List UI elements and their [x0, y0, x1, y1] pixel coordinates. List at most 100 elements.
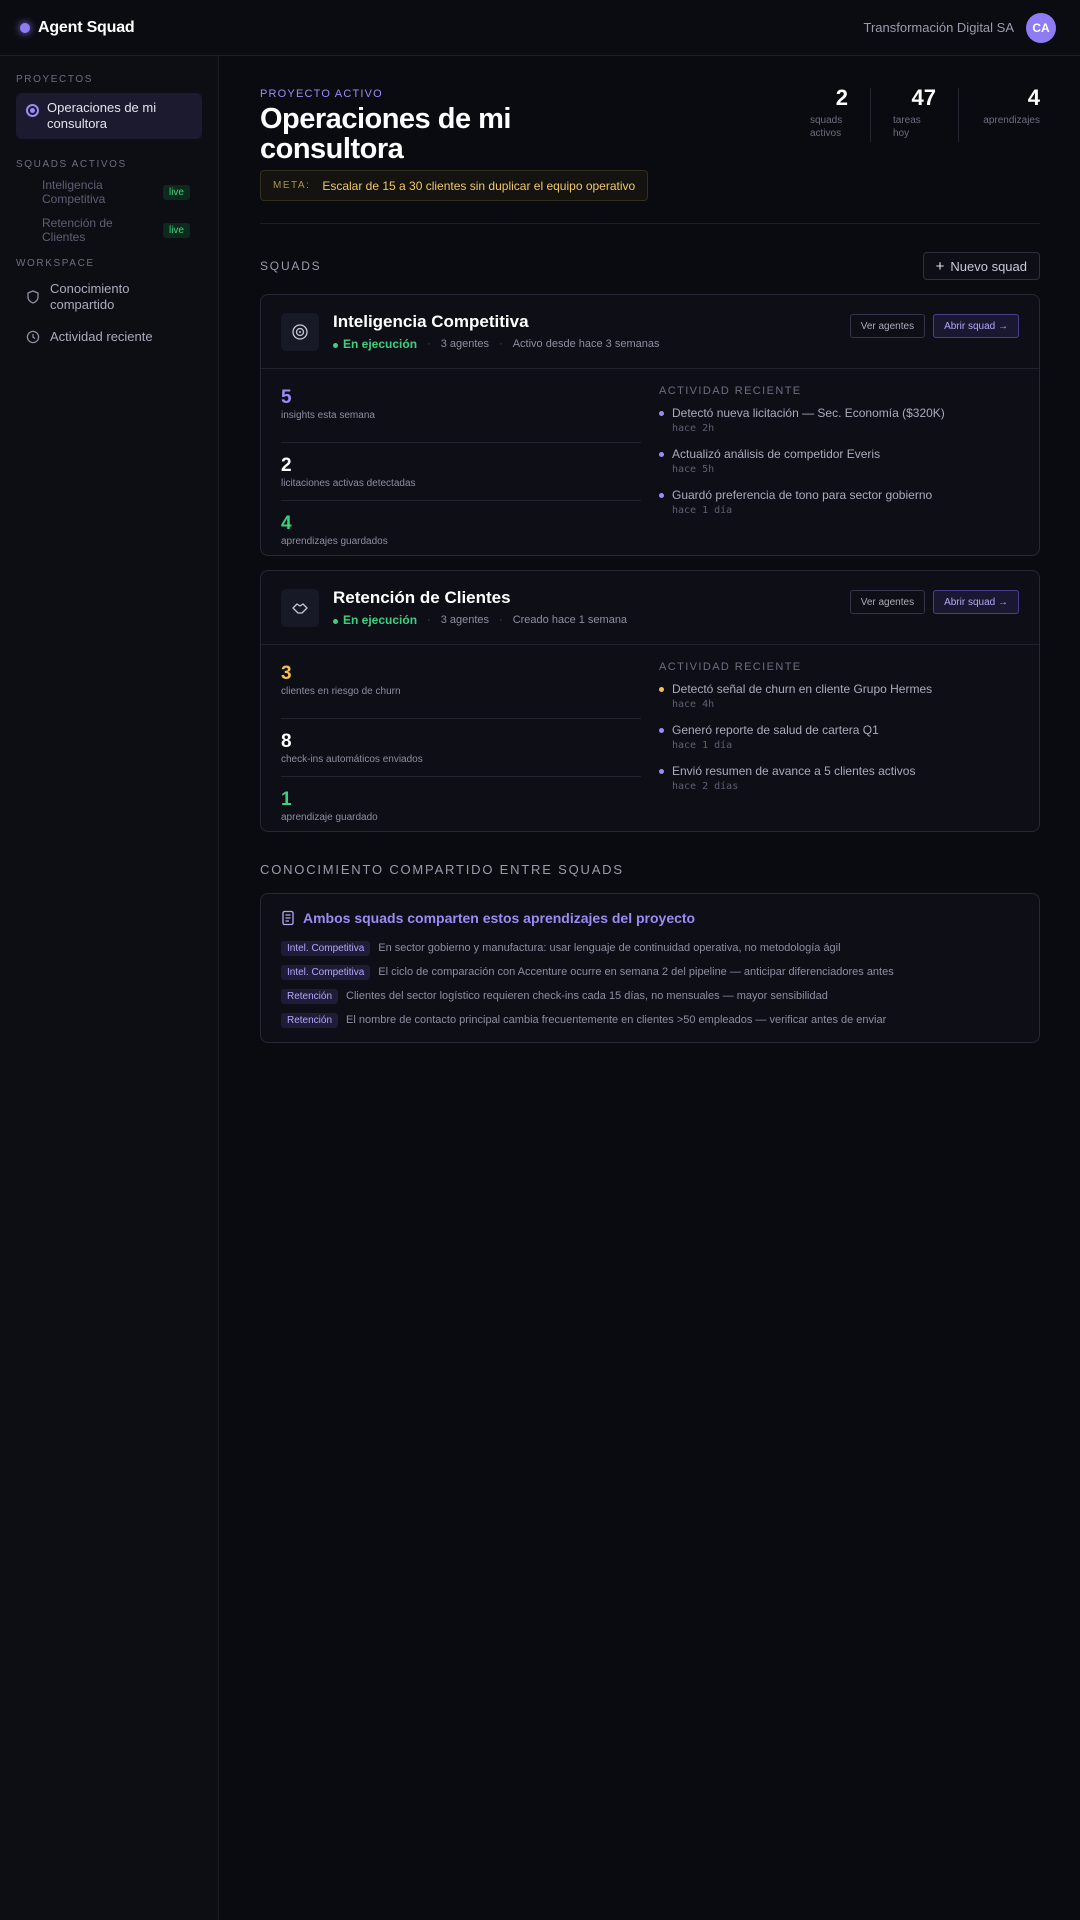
sidebar-squads-list: Inteligencia Competitiva live Retención … [16, 178, 202, 244]
activity-title: ACTIVIDAD RECIENTE [659, 385, 802, 397]
learning-text: El nombre de contacto principal cambia f… [346, 1014, 887, 1026]
squad-meta: En ejecución · 3 agentes · Creado hace 1… [333, 613, 627, 627]
separator: · [499, 338, 503, 350]
view-agents-button[interactable]: Ver agentes [849, 314, 926, 338]
metric-item: 2 licitaciones activas detectadas [281, 443, 641, 501]
project-header: PROYECTO ACTIVO Operaciones de mi consul… [260, 56, 1040, 224]
sidebar-item-label: Inteligencia Competitiva [42, 178, 106, 206]
activity-dot-icon [659, 451, 664, 457]
status-dot-icon [333, 342, 338, 348]
plus-icon: + [935, 257, 945, 275]
squad-card-body: 5 insights esta semana 2 licitaciones ac… [261, 369, 1039, 555]
squad-actions: Ver agentes Abrir squad → [849, 590, 1019, 614]
shared-heading-text: Ambos squads comparten estos aprendizaje… [303, 910, 696, 926]
activity-dot-icon [659, 492, 664, 498]
learning-item: Retención Clientes del sector logístico … [281, 984, 1019, 1008]
live-badge: live [162, 222, 190, 238]
sidebar-item-recent-activity[interactable]: Actividad reciente [16, 325, 202, 349]
goal-label: META: [273, 180, 311, 191]
squad-tag: Intel. Competitiva [281, 940, 371, 956]
brand[interactable]: Agent Squad [20, 19, 135, 37]
organization-name[interactable]: Transformación Digital SA [863, 20, 1014, 35]
clock-icon [26, 330, 40, 344]
metric-label: clientes en riesgo de churn [281, 686, 401, 697]
status-dot-icon [333, 618, 338, 624]
metric-item: 5 insights esta semana [281, 385, 641, 443]
recent-activity: ACTIVIDAD RECIENTE Detectó nueva licitac… [659, 385, 1019, 547]
squad-name[interactable]: Inteligencia Competitiva [333, 312, 659, 332]
status-badge: En ejecución [333, 337, 417, 351]
activity-time: hace 2h [672, 423, 715, 434]
projects-heading: PROYECTOS [16, 74, 94, 85]
user-avatar[interactable]: CA [1026, 12, 1056, 43]
shared-knowledge-title: CONOCIMIENTO COMPARTIDO ENTRE SQUADS [260, 862, 624, 877]
metric-label: aprendizaje guardado [281, 812, 378, 823]
shared-knowledge-heading: Ambos squads comparten estos aprendizaje… [281, 910, 1019, 926]
stat-label: squads activos [810, 115, 843, 139]
metric-value: 1 [281, 789, 292, 810]
metric-label: check-ins automáticos enviados [281, 754, 423, 765]
squad-since: Creado hace 1 semana [512, 614, 628, 626]
status-label: En ejecución [343, 613, 418, 627]
activity-item: Generó reporte de salud de cartera Q1 ha… [659, 723, 1019, 751]
new-squad-button[interactable]: + Nuevo squad [922, 252, 1040, 280]
squad-card-header: Inteligencia Competitiva En ejecución · … [261, 295, 1039, 369]
metric-value: 2 [281, 455, 292, 476]
top-bar: Agent Squad Transformación Digital SA CA [0, 0, 1080, 56]
learning-text: El ciclo de comparación con Accenture oc… [378, 966, 894, 978]
squad-tag: Retención [281, 1012, 339, 1028]
sidebar-item-active-project[interactable]: Operaciones de mi consultora [16, 93, 202, 139]
learning-text: Clientes del sector logístico requieren … [346, 990, 828, 1002]
sidebar-item-label: Retención de Clientes [42, 216, 113, 244]
sidebar-item-label: Conocimiento compartido [50, 281, 130, 312]
activity-text: Generó reporte de salud de cartera Q1 [672, 723, 879, 737]
metric-value: 4 [281, 513, 292, 534]
activity-time: hace 5h [672, 464, 715, 475]
squad-card-body: 3 clientes en riesgo de churn 8 check-in… [261, 645, 1039, 831]
activity-text: Actualizó análisis de competidor Everis [672, 447, 881, 461]
status-badge: En ejecución [333, 613, 417, 627]
activity-text: Guardó preferencia de tono para sector g… [672, 488, 933, 502]
activity-text: Detectó nueva licitación — Sec. Economía… [672, 406, 945, 420]
account-area: Transformación Digital SA CA [863, 12, 1056, 43]
activity-item: Envió resumen de avance a 5 clientes act… [659, 764, 1019, 792]
separator: · [499, 614, 503, 626]
metric-label: aprendizajes guardados [281, 536, 388, 547]
metric-value: 3 [281, 663, 292, 684]
sidebar-item-squad-intel[interactable]: Inteligencia Competitiva live [16, 178, 202, 206]
activity-item: Detectó señal de churn en cliente Grupo … [659, 682, 1019, 710]
squad-name[interactable]: Retención de Clientes [333, 588, 627, 608]
metric-label: insights esta semana [281, 410, 375, 421]
open-squad-button[interactable]: Abrir squad → [933, 314, 1019, 338]
sidebar-item-shared-knowledge[interactable]: Conocimiento compartido [16, 277, 202, 317]
metric-item: 3 clientes en riesgo de churn [281, 661, 641, 719]
squad-metrics: 3 clientes en riesgo de churn 8 check-in… [281, 661, 641, 823]
activity-time: hace 1 día [672, 505, 733, 516]
live-badge: live [162, 184, 190, 200]
activity-text: Envió resumen de avance a 5 clientes act… [672, 764, 916, 778]
squad-card-retention: Retención de Clientes En ejecución · 3 a… [260, 570, 1040, 832]
brand-logo-icon [20, 22, 30, 33]
target-icon [26, 104, 39, 117]
link-icon [282, 910, 294, 926]
learning-item: Intel. Competitiva El ciclo de comparaci… [281, 960, 1019, 984]
project-goal: META: Escalar de 15 a 30 clientes sin du… [260, 170, 649, 201]
stat-label: tareas hoy [893, 115, 921, 139]
project-stats: 2 squads activos 47 tareas hoy 4 aprendi… [788, 85, 1040, 142]
separator: · [427, 614, 431, 626]
activity-title: ACTIVIDAD RECIENTE [659, 661, 802, 673]
squads-section-title: SQUADS [260, 259, 322, 273]
separator: · [427, 338, 431, 350]
squad-meta: En ejecución · 3 agentes · Activo desde … [333, 337, 659, 351]
sidebar-item-squad-retention[interactable]: Retención de Clientes live [16, 216, 202, 244]
squad-metrics: 5 insights esta semana 2 licitaciones ac… [281, 385, 641, 547]
activity-time: hace 2 días [672, 781, 739, 792]
metric-value: 5 [281, 387, 292, 408]
open-squad-button[interactable]: Abrir squad → [933, 590, 1019, 614]
view-agents-button[interactable]: Ver agentes [849, 590, 926, 614]
stat-value: 2 [835, 85, 848, 110]
activity-item: Detectó nueva licitación — Sec. Economía… [659, 406, 1019, 434]
stat-value: 47 [911, 85, 936, 110]
squad-actions: Ver agentes Abrir squad → [849, 314, 1019, 338]
sidebar-item-label: Operaciones de mi consultora [47, 100, 157, 131]
